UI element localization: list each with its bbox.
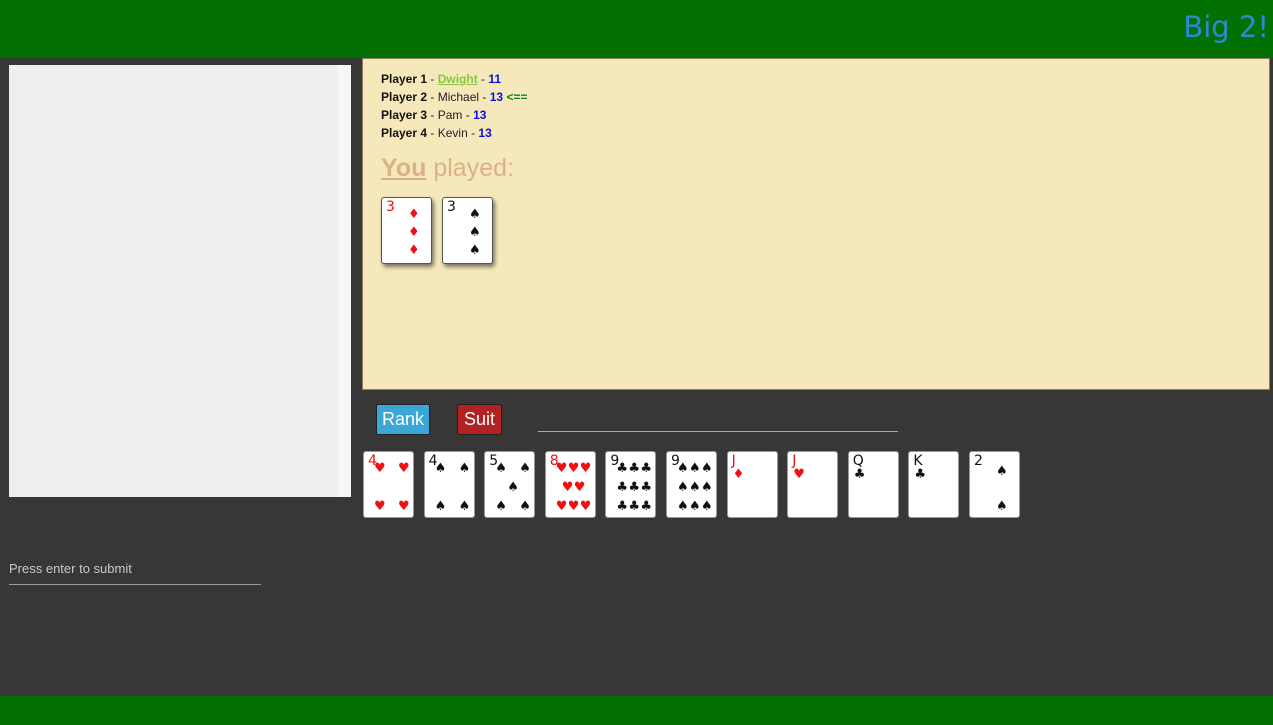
- top-bar: Big 2!: [0, 0, 1273, 58]
- suit-pip-icon: ♥: [567, 499, 580, 514]
- player-row: Player 1 - Dwight - 11: [381, 72, 502, 86]
- player-label: Player 1: [381, 72, 428, 86]
- played-label: played:: [433, 154, 514, 182]
- player-name: Pam: [437, 108, 463, 122]
- suit-pip-icon: ♣: [914, 467, 927, 482]
- suit-pip-icon: ♠: [677, 480, 689, 495]
- suit-pip-icon: ♠: [469, 243, 481, 258]
- suit-pip-icon: ♠: [701, 499, 713, 514]
- suit-pip-icon: ♠: [458, 461, 471, 476]
- play-input[interactable]: [538, 410, 898, 432]
- suit-pip-icon: ♣: [628, 499, 641, 514]
- suit-pip-icon: ♠: [495, 461, 507, 476]
- playing-card[interactable]: 8 ♥ ♥ ♥ ♥ ♥ ♥ ♥ ♥: [544, 451, 596, 518]
- played-by: You: [381, 154, 427, 182]
- playing-card[interactable]: 4 ♥ ♥ ♥ ♥: [363, 451, 414, 518]
- playing-card[interactable]: J ♥: [787, 451, 839, 518]
- suit-pip-icon: ♥: [579, 461, 592, 476]
- suit-pip-icon: ♠: [469, 207, 481, 222]
- suit-pip-icon: ♥: [793, 467, 805, 482]
- playing-card[interactable]: 2 ♠ ♠: [969, 451, 1020, 518]
- card-rank: 2: [974, 453, 983, 469]
- suit-pip-icon: ♠: [469, 225, 481, 240]
- playing-card[interactable]: 9 ♣ ♣ ♣ ♣ ♣ ♣ ♣ ♣ ♣: [605, 451, 657, 518]
- player-list: Player 1 - Dwight - 11 Player 2 - Michae…: [381, 70, 527, 142]
- sort-by-rank-button[interactable]: Rank: [376, 404, 430, 435]
- player-row: Player 4 - Kevin - 13: [381, 126, 492, 140]
- suit-pip-icon: ♣: [640, 499, 653, 514]
- suit-pip-icon: ♠: [689, 461, 701, 476]
- playing-card[interactable]: 5 ♠ ♠ ♠ ♠ ♠: [484, 451, 536, 518]
- suit-pip-icon: ♥: [374, 461, 386, 476]
- suit-pip-icon: ♠: [495, 499, 507, 514]
- suit-pip-icon: ♥: [567, 461, 580, 476]
- suit-pip-icon: ♦: [408, 225, 420, 240]
- suit-pip-icon: ♣: [616, 499, 629, 514]
- suit-pip-icon: ♠: [689, 480, 701, 495]
- player-card-count: 13: [473, 108, 487, 122]
- game-table: Player 1 - Dwight - 11 Player 2 - Michae…: [362, 58, 1270, 390]
- suit-pip-icon: ♠: [677, 499, 689, 514]
- card-rank: 3: [386, 199, 395, 215]
- player-name: Dwight: [437, 72, 478, 86]
- suit-pip-icon: ♥: [555, 461, 568, 476]
- suit-pip-icon: ♣: [640, 480, 653, 495]
- player-name: Kevin: [437, 126, 468, 140]
- player-name: Michael: [437, 90, 480, 104]
- player-label: Player 4: [381, 126, 428, 140]
- suit-pip-icon: ♥: [398, 499, 410, 514]
- suit-pip-icon: ♠: [996, 499, 1008, 514]
- player-label: Player 2: [381, 90, 428, 104]
- playing-card[interactable]: 4 ♠ ♠ ♠ ♠: [423, 451, 475, 518]
- playing-card[interactable]: 9 ♠ ♠ ♠ ♠ ♠ ♠ ♠ ♠ ♠: [666, 451, 717, 518]
- player-row: Player 2 - Michael - 13 <==: [381, 90, 528, 104]
- sort-by-suit-button[interactable]: Suit: [457, 404, 502, 435]
- playing-card[interactable]: J ♦: [726, 451, 778, 518]
- suit-pip-icon: ♠: [996, 464, 1008, 479]
- suit-pip-icon: ♥: [561, 480, 574, 495]
- suit-pip-icon: ♠: [677, 461, 689, 476]
- app-title: Big 2!: [1183, 10, 1269, 44]
- suit-pip-icon: ♠: [458, 499, 471, 514]
- card-rank: 3: [447, 199, 456, 215]
- suit-pip-icon: ♠: [434, 499, 447, 514]
- player-card-count: 13: [489, 90, 504, 104]
- suit-pip-icon: ♠: [701, 480, 713, 495]
- playing-card: 3 ♠ ♠ ♠: [442, 197, 493, 264]
- chat-log[interactable]: [9, 65, 339, 497]
- played-heading: You played:: [381, 154, 514, 183]
- suit-pip-icon: ♣: [640, 461, 653, 476]
- suit-pip-icon: ♦: [408, 207, 420, 222]
- player-label: Player 3: [381, 108, 428, 122]
- suit-pip-icon: ♥: [374, 499, 386, 514]
- playing-card: 3 ♦ ♦ ♦: [381, 197, 432, 264]
- player-row: Player 3 - Pam - 13: [381, 108, 487, 122]
- suit-pip-icon: ♠: [434, 461, 447, 476]
- suit-pip-icon: ♣: [616, 461, 629, 476]
- suit-pip-icon: ♥: [573, 480, 586, 495]
- suit-pip-icon: ♥: [555, 499, 568, 514]
- suit-pip-icon: ♠: [519, 499, 531, 514]
- suit-pip-icon: ♠: [507, 480, 519, 495]
- suit-pip-icon: ♦: [732, 467, 745, 482]
- suit-pip-icon: ♠: [701, 461, 713, 476]
- suit-pip-icon: ♣: [616, 480, 629, 495]
- suit-pip-icon: ♦: [408, 243, 420, 258]
- player-card-count: 13: [478, 126, 492, 140]
- suit-pip-icon: ♣: [853, 467, 866, 482]
- suit-pip-icon: ♣: [628, 461, 641, 476]
- suit-pip-icon: ♠: [689, 499, 701, 514]
- suit-pip-icon: ♠: [519, 461, 531, 476]
- player-card-count: 11: [488, 72, 502, 86]
- bottom-bar: [0, 696, 1273, 725]
- turn-indicator: <==: [506, 90, 528, 104]
- chat-input[interactable]: [9, 552, 261, 585]
- playing-card[interactable]: Q ♣: [847, 451, 899, 518]
- chat-scrollbar[interactable]: [338, 65, 351, 497]
- suit-pip-icon: ♥: [398, 461, 410, 476]
- suit-pip-icon: ♣: [628, 480, 641, 495]
- suit-pip-icon: ♥: [579, 499, 592, 514]
- playing-card[interactable]: K ♣: [908, 451, 960, 518]
